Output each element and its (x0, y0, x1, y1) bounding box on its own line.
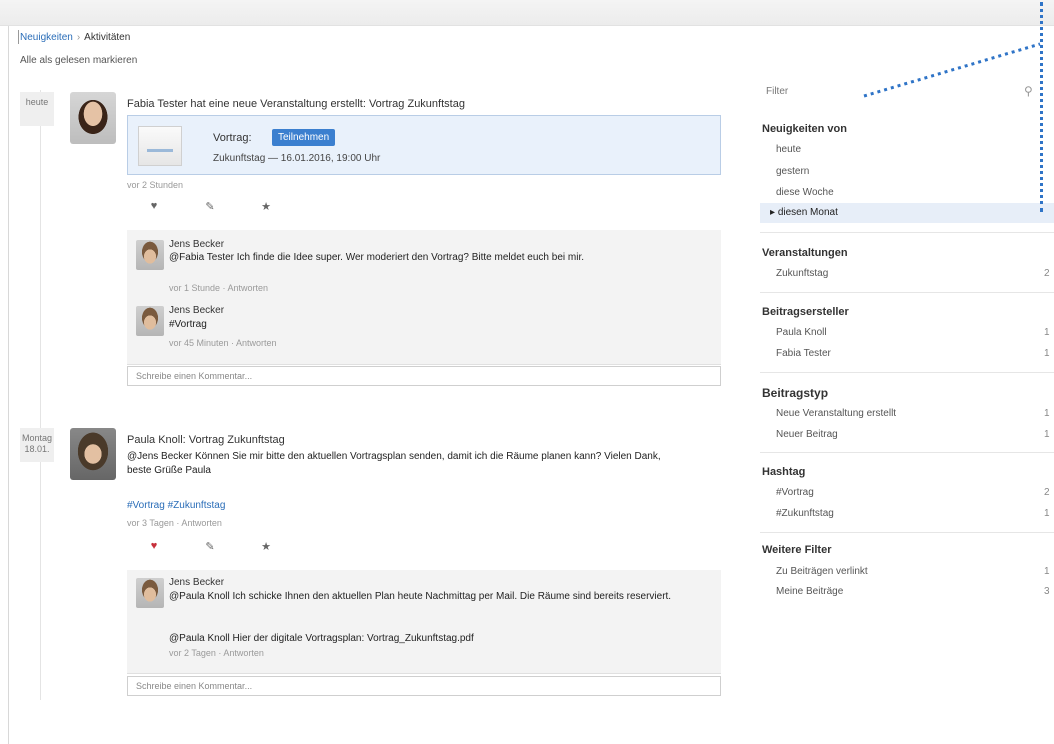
post-hashtags[interactable]: #Vortrag #Zukunftstag (127, 500, 225, 511)
filter-section-title: Beitragstyp (762, 386, 829, 400)
divider (760, 372, 1054, 373)
filter-count: 1 (1044, 566, 1050, 577)
filter-count: 1 (1044, 429, 1050, 440)
comment-hashtag[interactable]: #Vortrag (169, 318, 689, 331)
filter-more-item[interactable]: Zu Beiträgen verlinkt (776, 566, 868, 577)
top-toolbar (0, 0, 1054, 26)
filter-type-item[interactable]: Neuer Beitrag (776, 429, 838, 440)
filter-count: 1 (1044, 327, 1050, 338)
filter-count: 1 (1044, 348, 1050, 359)
filter-heading: Filter (766, 86, 789, 97)
callout-dotted-line (863, 42, 1041, 98)
author-avatar[interactable] (70, 92, 116, 144)
filter-count: 3 (1044, 586, 1050, 597)
post-actions: ♥ ✎ ★ (148, 540, 272, 553)
comment-author[interactable]: Jens Becker (169, 305, 224, 316)
callout-dotted-line-vertical (1040, 2, 1044, 212)
post-meta: vor 3 Tagen · Antworten (127, 518, 222, 528)
like-icon[interactable]: ♥ (148, 200, 160, 213)
author-avatar[interactable] (70, 428, 116, 480)
filter-date-month-selected[interactable]: ▸ diesen Monat (760, 203, 1054, 223)
comment-file-link[interactable]: @Paula Knoll Hier der digitale Vortragsp… (169, 632, 689, 645)
breadcrumb-home-link[interactable]: Neuigkeiten (20, 32, 73, 43)
filter-section-title: Beitragsersteller (762, 306, 849, 318)
comment-author[interactable]: Jens Becker (169, 239, 224, 250)
comment-icon[interactable]: ✎ (204, 200, 216, 213)
filter-count: 2 (1044, 268, 1050, 279)
filter-section-title: Hashtag (762, 466, 806, 478)
filter-date-yesterday[interactable]: gestern (776, 166, 809, 177)
event-details: Zukunftstag — 16.01.2016, 19:00 Uhr (213, 153, 381, 164)
comment-thread: Jens Becker @Fabia Tester Ich finde die … (127, 230, 721, 365)
filter-author-item[interactable]: Paula Knoll (776, 327, 827, 338)
page-frame (8, 26, 9, 744)
breadcrumb-marker (18, 30, 19, 44)
reply-input[interactable]: Schreibe einen Kommentar... (127, 676, 721, 696)
post-title[interactable]: Fabia Tester hat eine neue Veranstaltung… (127, 98, 465, 110)
mark-all-read-link[interactable]: Alle als gelesen markieren (20, 55, 137, 66)
filter-type-item[interactable]: Neue Veranstaltung erstellt (776, 408, 896, 419)
timeline-line (40, 90, 41, 700)
reply-input[interactable]: Schreibe einen Kommentar... (127, 366, 721, 386)
comment-meta[interactable]: vor 45 Minuten · Antworten (169, 338, 277, 348)
comment-text: @Fabia Tester Ich finde die Idee super. … (169, 252, 584, 263)
divider (760, 532, 1054, 533)
comment-meta[interactable]: vor 2 Tagen · Antworten (169, 648, 264, 658)
post-date-flag: heute (20, 92, 54, 126)
attend-button[interactable]: Teilnehmen (272, 129, 336, 146)
post-title[interactable]: Paula Knoll: Vortrag Zukunftstag (127, 434, 285, 446)
filter-count: 1 (1044, 508, 1050, 519)
post-meta: vor 2 Stunden (127, 180, 184, 190)
filter-count: 1 (1044, 408, 1050, 419)
filter-section-title: Neuigkeiten von (762, 123, 847, 135)
filter-hashtag-item[interactable]: #Zukunftstag (776, 508, 834, 519)
filter-sidebar: Filter ⚲ Neuigkeiten von heute gestern d… (752, 76, 1054, 676)
event-card[interactable]: Vortrag: Teilnehmen Zukunftstag — 16.01.… (127, 115, 721, 175)
commenter-avatar[interactable] (136, 240, 164, 270)
post-actions: ♥ ✎ ★ (148, 200, 272, 213)
more-icon[interactable]: ★ (260, 540, 272, 553)
breadcrumb-current: Aktivitäten (84, 32, 131, 43)
divider (760, 452, 1054, 453)
comment-meta[interactable]: vor 1 Stunde · Antworten (169, 283, 268, 293)
filter-more-item[interactable]: Meine Beiträge (776, 586, 843, 597)
divider (760, 232, 1054, 233)
selected-filter-label: ▸ diesen Monat (770, 207, 838, 218)
filter-event-item[interactable]: Zukunftstag (776, 268, 828, 279)
event-label: Vortrag: (213, 132, 252, 144)
event-thumbnail (138, 126, 182, 166)
comment-author[interactable]: Jens Becker (169, 577, 224, 588)
more-icon[interactable]: ★ (260, 200, 272, 213)
commenter-avatar[interactable] (136, 578, 164, 608)
breadcrumb: Neuigkeiten › Aktivitäten (20, 32, 131, 43)
filter-hashtag-item[interactable]: #Vortrag (776, 487, 814, 498)
comment-text: @Paula Knoll Ich schicke Ihnen den aktue… (169, 591, 672, 602)
filter-count: 2 (1044, 487, 1050, 498)
filter-date-week[interactable]: diese Woche (776, 187, 834, 198)
filter-section-title: Weitere Filter (762, 544, 832, 556)
like-icon[interactable]: ♥ (148, 540, 160, 553)
divider (760, 292, 1054, 293)
filter-section-title: Veranstaltungen (762, 247, 848, 259)
post-date-flag: Montag 18.01. (20, 428, 54, 462)
commenter-avatar[interactable] (136, 306, 164, 336)
post-body: @Jens Becker Können Sie mir bitte den ak… (127, 451, 661, 476)
filter-date-today[interactable]: heute (776, 144, 801, 155)
filter-author-item[interactable]: Fabia Tester (776, 348, 831, 359)
comment-icon[interactable]: ✎ (204, 540, 216, 553)
comment-thread: Jens Becker @Paula Knoll Ich schicke Ihn… (127, 570, 721, 674)
